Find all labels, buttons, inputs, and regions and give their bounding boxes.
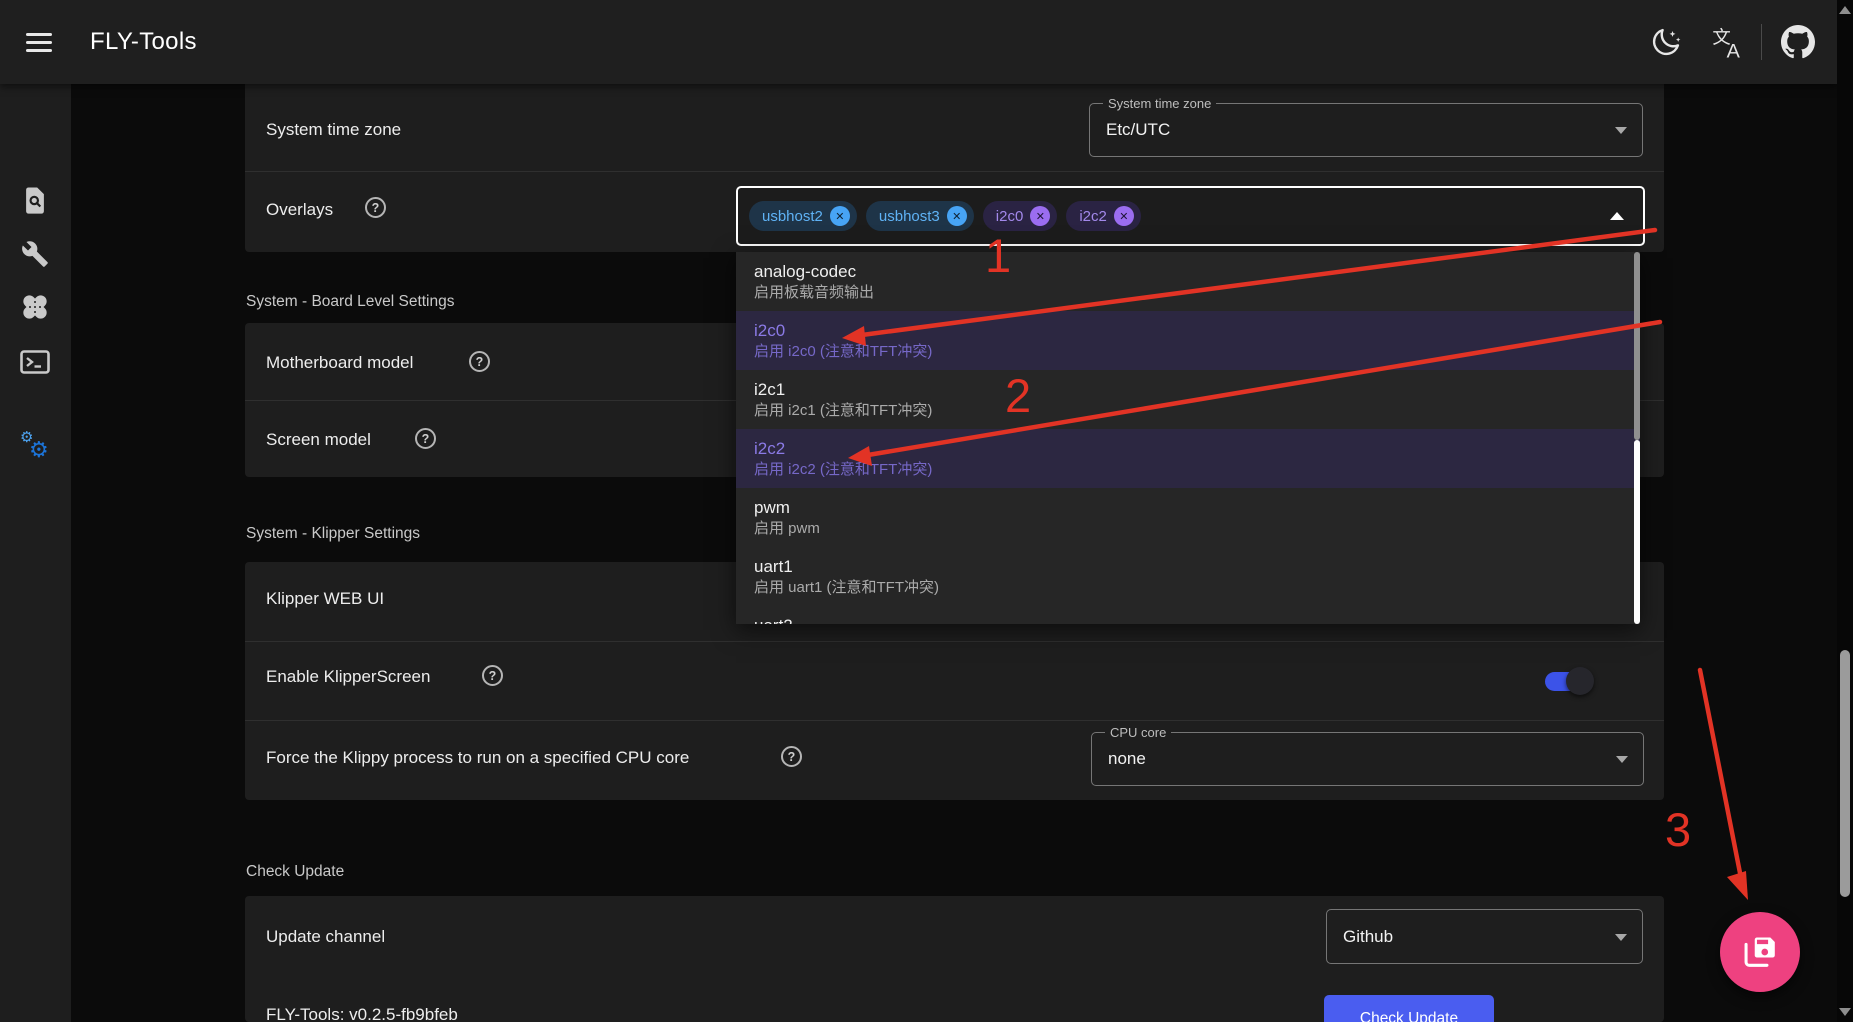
section-check-update: Check Update: [246, 863, 344, 881]
menu-scrollbar-thumb[interactable]: [1634, 252, 1640, 440]
row-divider: [245, 641, 1664, 642]
github-icon: [1781, 25, 1815, 59]
scrollbar-thumb[interactable]: [1840, 650, 1850, 897]
chip-i2c2[interactable]: i2c2 ✕: [1066, 201, 1141, 231]
overlays-row-label: Overlays: [266, 200, 333, 220]
sidebar-item-settings-active[interactable]: ⚙ ⚙: [18, 430, 54, 466]
timezone-select-label: System time zone: [1103, 96, 1216, 111]
dropdown-option-i2c0-selected[interactable]: i2c0 启用 i2c0 (注意和TFT冲突): [736, 311, 1640, 370]
sidebar: ⚙ ⚙: [0, 84, 71, 1022]
scrollbar-up-arrow[interactable]: [1839, 6, 1851, 14]
row-divider: [245, 720, 1664, 721]
cpu-core-select-label: CPU core: [1105, 725, 1171, 740]
app-title: FLY-Tools: [90, 28, 197, 56]
sidebar-item-tools[interactable]: [21, 240, 49, 273]
annotation-step-1: 1: [985, 232, 1011, 279]
cpu-core-select-value: none: [1108, 749, 1146, 769]
file-search-icon: [22, 186, 48, 216]
page-scrollbar[interactable]: [1837, 0, 1853, 1022]
dropdown-option-i2c1[interactable]: i2c1 启用 i2c1 (注意和TFT冲突): [736, 370, 1640, 429]
menu-icon[interactable]: [26, 33, 52, 52]
dropdown-option-pwm[interactable]: pwm 启用 pwm: [736, 488, 1640, 547]
version-text: FLY-Tools: v0.2.5-fb9bfeb: [266, 1005, 458, 1022]
update-channel-label: Update channel: [266, 927, 385, 947]
sidebar-item-file-preview[interactable]: [22, 186, 48, 221]
chevron-up-icon: [1610, 212, 1624, 220]
moon-stars-icon: [1649, 25, 1683, 59]
timezone-select[interactable]: System time zone Etc/UTC: [1089, 103, 1643, 157]
svg-text:A: A: [1727, 41, 1741, 59]
cpu-core-select[interactable]: CPU core none: [1091, 732, 1644, 786]
check-update-button[interactable]: Check Update: [1324, 995, 1494, 1022]
chip-i2c0[interactable]: i2c0 ✕: [983, 201, 1058, 231]
sidebar-item-terminal[interactable]: [20, 349, 50, 380]
overlays-dropdown-menu: analog-codec 启用板载音频输出 i2c0 启用 i2c0 (注意和T…: [736, 252, 1640, 624]
motherboard-row-label: Motherboard model: [266, 353, 413, 373]
chip-remove-icon[interactable]: ✕: [1114, 206, 1134, 226]
chevron-down-icon: [1615, 934, 1627, 941]
overlays-help-icon[interactable]: ?: [365, 197, 386, 218]
klipperscreen-toggle[interactable]: [1545, 666, 1595, 696]
theme-toggle-button[interactable]: [1649, 25, 1683, 64]
chip-remove-icon[interactable]: ✕: [830, 206, 850, 226]
cpu-core-row-label: Force the Klippy process to run on a spe…: [266, 748, 689, 768]
timezone-select-value: Etc/UTC: [1106, 120, 1170, 140]
chip-usbhost3[interactable]: usbhost3 ✕: [866, 201, 974, 231]
overlays-multiselect[interactable]: usbhost2 ✕ usbhost3 ✕ i2c0 ✕ i2c2 ✕: [736, 186, 1645, 246]
screen-model-row-label: Screen model: [266, 430, 371, 450]
chip-remove-icon[interactable]: ✕: [947, 206, 967, 226]
menu-scrollbar-track[interactable]: [1634, 440, 1640, 624]
klipperscreen-help-icon[interactable]: ?: [482, 665, 503, 686]
save-all-icon: [1741, 934, 1779, 970]
translate-icon: 文 A: [1711, 25, 1745, 59]
card-system-general: System time zone System time zone Etc/UT…: [245, 84, 1664, 252]
card-check-update: Update channel Github FLY-Tools: v0.2.5-…: [245, 896, 1664, 1022]
toolbar-divider: [1761, 24, 1762, 60]
screen-model-help-icon[interactable]: ?: [415, 428, 436, 449]
klipperscreen-label: Enable KlipperScreen: [266, 667, 430, 687]
update-channel-select[interactable]: Github: [1326, 909, 1643, 964]
scrollbar-down-arrow[interactable]: [1839, 1008, 1851, 1016]
github-button[interactable]: [1781, 25, 1815, 64]
chip-row: usbhost2 ✕ usbhost3 ✕ i2c0 ✕ i2c2 ✕: [749, 188, 1150, 244]
chevron-down-icon: [1616, 756, 1628, 763]
page: FLY-Tools 文 A: [0, 0, 1853, 1022]
timezone-row-label: System time zone: [266, 120, 401, 140]
dropdown-option-analog-codec[interactable]: analog-codec 启用板载音频输出: [736, 252, 1640, 311]
language-button[interactable]: 文 A: [1711, 25, 1745, 64]
app-bar: FLY-Tools 文 A: [0, 0, 1837, 84]
section-board-level: System - Board Level Settings: [246, 293, 455, 311]
motherboard-help-icon[interactable]: ?: [469, 351, 490, 372]
row-divider: [245, 171, 1664, 172]
gear-large-icon: ⚙: [29, 439, 49, 461]
chevron-down-icon: [1615, 127, 1627, 134]
annotation-step-3: 3: [1665, 806, 1691, 853]
dropdown-option-uart1[interactable]: uart1 启用 uart1 (注意和TFT冲突): [736, 547, 1640, 606]
dropdown-option-uart2[interactable]: uart2: [736, 606, 1640, 624]
section-klipper: System - Klipper Settings: [246, 525, 420, 543]
dropdown-option-i2c2-selected[interactable]: i2c2 启用 i2c2 (注意和TFT冲突): [736, 429, 1640, 488]
sidebar-item-patch[interactable]: [20, 292, 50, 322]
update-channel-select-value: Github: [1343, 927, 1393, 947]
klipper-web-ui-label: Klipper WEB UI: [266, 589, 384, 609]
save-fab-button[interactable]: [1720, 912, 1800, 992]
cpu-core-help-icon[interactable]: ?: [781, 746, 802, 767]
terminal-icon: [20, 349, 50, 375]
wrench-icon: [21, 240, 49, 268]
chip-usbhost2[interactable]: usbhost2 ✕: [749, 201, 857, 231]
toggle-knob: [1566, 667, 1594, 695]
annotation-step-2: 2: [1005, 372, 1031, 419]
chip-remove-icon[interactable]: ✕: [1030, 206, 1050, 226]
